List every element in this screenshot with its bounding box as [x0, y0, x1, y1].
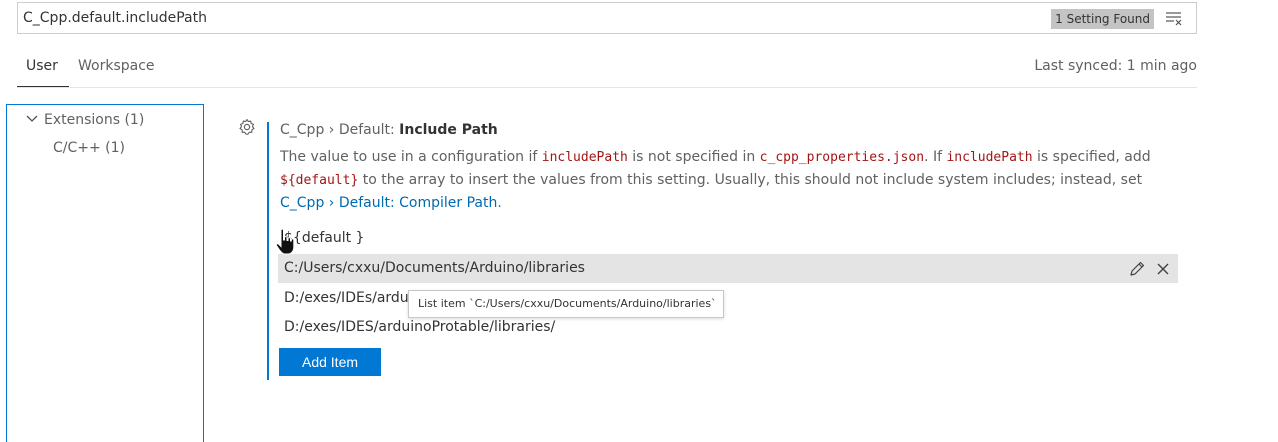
compiler-path-link[interactable]: C_Cpp › Default: Compiler Path	[280, 195, 497, 211]
toc-item-label: Extensions (1)	[44, 112, 145, 128]
setting-title: C_Cpp › Default: Include Path	[280, 122, 498, 138]
list-item-value: C:/Users/cxxu/Documents/Arduino/librarie…	[284, 260, 585, 276]
add-item-button[interactable]: Add Item	[279, 348, 381, 376]
description-text: is specified, add	[1032, 149, 1151, 165]
description-text: The value to use in a configuration if	[280, 149, 542, 165]
list-item-value: D:/exes/IDES/arduinoProtable/libraries/	[284, 319, 556, 335]
description-text: to the array to insert the values from t…	[358, 172, 1143, 188]
row-actions	[1128, 254, 1172, 283]
list-item-tooltip: List item `C:/Users/cxxu/Documents/Ardui…	[408, 290, 724, 318]
settings-toc: Extensions (1) C/C++ (1)	[6, 104, 204, 442]
close-icon[interactable]	[1154, 260, 1172, 278]
setting-description: The value to use in a configuration if i…	[280, 146, 1180, 214]
toc-item-label: C/C++ (1)	[53, 140, 126, 156]
chevron-down-icon	[25, 109, 39, 131]
code-include-path: includePath	[946, 150, 1033, 165]
gear-icon[interactable]	[238, 118, 256, 136]
description-text: .	[497, 195, 502, 211]
description-text: . If	[924, 149, 947, 165]
setting-name: Include Path	[399, 122, 498, 138]
edit-icon[interactable]	[1128, 260, 1146, 278]
description-text: is not specified in	[627, 149, 760, 165]
sync-status: Last synced: 1 min ago	[1034, 58, 1197, 74]
code-properties-file: c_cpp_properties.json	[759, 150, 925, 165]
search-input[interactable]: C_Cpp.default.includePath	[23, 10, 207, 26]
setting-include-path: C_Cpp › Default: Include Path The value …	[267, 122, 1187, 380]
list-item[interactable]: C:/Users/cxxu/Documents/Arduino/librarie…	[278, 254, 1178, 283]
tab-workspace[interactable]: Workspace	[78, 58, 155, 74]
toc-item-cpp[interactable]: C/C++ (1)	[53, 137, 125, 159]
code-default-token: ${default}	[280, 173, 359, 188]
clear-filter-icon[interactable]	[1164, 10, 1184, 28]
tab-user[interactable]: User	[26, 58, 58, 74]
setting-category: C_Cpp › Default:	[280, 122, 400, 138]
tabs-divider	[17, 87, 1197, 88]
code-include-path: includePath	[541, 150, 628, 165]
hand-cursor-icon	[275, 228, 297, 258]
list-item-value: D:/exes/IDEs/ardu	[284, 290, 409, 306]
results-count-badge: 1 Setting Found	[1051, 9, 1154, 29]
toc-item-extensions[interactable]: Extensions (1)	[25, 109, 144, 131]
settings-search-box[interactable]: C_Cpp.default.includePath 1 Setting Foun…	[17, 2, 1197, 34]
